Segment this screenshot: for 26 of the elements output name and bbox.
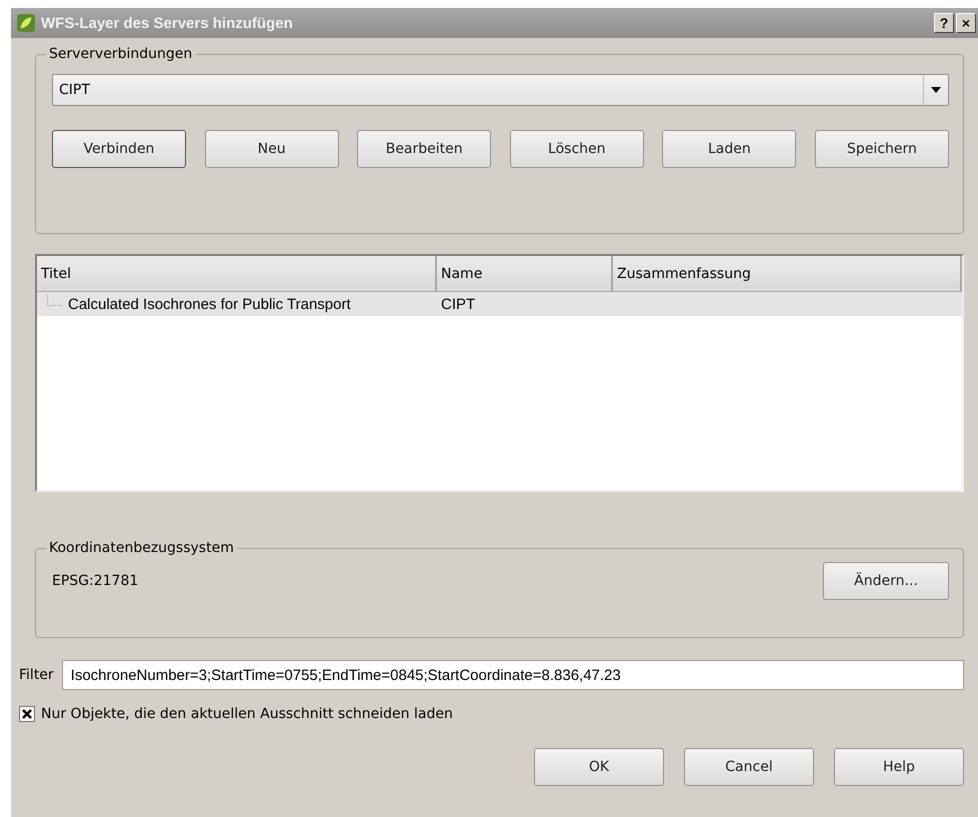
crs-value: EPSG:21781 <box>52 573 138 589</box>
leaf-icon <box>17 14 35 32</box>
table-cell: Calculated Isochrones for Public Transport <box>68 296 351 312</box>
change-button[interactable]: Ändern... <box>823 562 949 600</box>
connection-button[interactable]: Bearbeiten <box>357 130 492 168</box>
connection-button[interactable]: Löschen <box>510 130 644 168</box>
connection-dropdown[interactable]: CIPT <box>52 74 949 106</box>
dropdown-arrow-icon <box>931 87 941 93</box>
dialog-button[interactable]: Help <box>834 748 964 786</box>
connection-button[interactable]: Laden <box>662 130 796 168</box>
group-title: Koordinatenbezugssystem <box>48 540 235 556</box>
connection-button[interactable]: Verbinden <box>52 130 186 168</box>
dialog-button[interactable]: OK <box>534 748 664 786</box>
filter-field[interactable]: IsochroneNumber=3;StartTime=0755;EndTime=0845;StartCoordinate=8.836,47.23 <box>62 660 964 690</box>
connection-button[interactable]: Neu <box>204 130 339 168</box>
help-button[interactable]: ? <box>934 13 954 33</box>
group-title: Serververbindungen <box>48 46 194 62</box>
window-title: WFS-Layer des Servers hinzufügen <box>41 14 293 32</box>
connection-button[interactable]: Speichern <box>814 130 949 168</box>
table-row[interactable]: Calculated Isochrones for Public Transport CIPT <box>37 292 962 316</box>
checkbox-label: Nur Objekte, die den aktuellen Ausschnitt schneiden laden <box>41 706 453 722</box>
filter-label: Filter <box>19 667 54 683</box>
dialog-button[interactable]: Cancel <box>684 748 814 786</box>
checkbox[interactable] <box>19 706 35 722</box>
table-cell: CIPT <box>441 296 476 312</box>
close-button[interactable]: × <box>956 13 976 33</box>
